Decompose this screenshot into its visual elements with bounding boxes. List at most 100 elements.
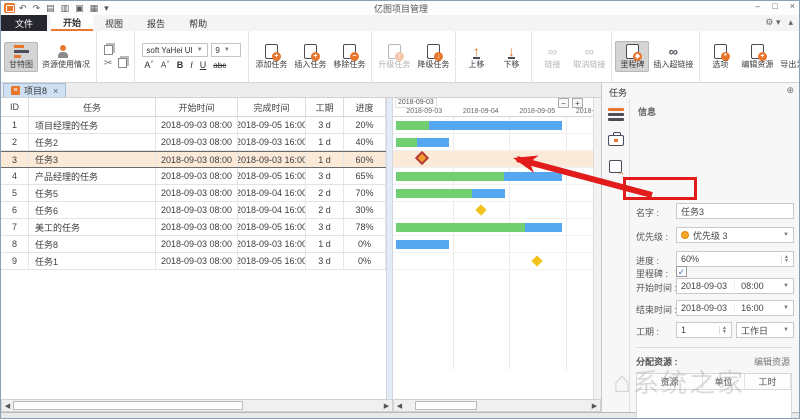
ribbon-button-添加任务[interactable]: + 添加任务 (252, 42, 290, 71)
milestone-icon[interactable] (531, 255, 543, 267)
spinner-icons[interactable]: ▲ ▼ (781, 255, 789, 264)
table-row[interactable]: 3 任务3 2018-09-03 08:00 2018-09-03 16:00 1 d6… (1, 151, 386, 168)
cut-icon[interactable]: ✂ (104, 58, 112, 69)
end-time-picker[interactable]: 2018-09-03 16:00 ▼ (676, 300, 794, 316)
font-name-select[interactable]: soft YaHei UI ▼ (142, 43, 209, 57)
collapse-ribbon-icon[interactable]: ▴ (788, 17, 793, 28)
duration-label: 工期 : (636, 327, 660, 337)
copy-icon[interactable] (104, 44, 113, 55)
format-underline-icon[interactable]: U (200, 60, 207, 70)
ribbon: 甘特图 资源使用情况 ✂ soft YaHei UI ▼ 9 ▼ A˄ A˅ B… (1, 31, 799, 83)
ribbon-button-插入超链接[interactable]: ∞ 插入超链接 (650, 42, 696, 71)
milestone-icon[interactable] (475, 204, 487, 216)
button-label: 资源使用情况 (42, 59, 90, 69)
ribbon-button-编辑资源[interactable]: + 编辑资源 (738, 42, 776, 71)
tab-close-icon[interactable]: × (53, 86, 58, 96)
table-row[interactable]: 8 任务8 2018-09-03 08:00 2018-09-03 16:00 1 d0… (1, 236, 386, 253)
cell: 2018-09-03 16:00 (238, 134, 306, 150)
ribbon-button-下移[interactable]: ↓ 下移 (494, 42, 528, 71)
start-time-picker[interactable]: 2018-09-03 08:00 ▼ (676, 278, 794, 294)
table-row[interactable]: 9 任务1 2018-09-03 08:00 2018-09-05 16:00 3 d0… (1, 253, 386, 270)
minimize-button[interactable]: – (755, 1, 760, 11)
watermark: ⌂系统之家 (613, 366, 746, 399)
ribbon-button-导出为PDF格式[interactable]: P导出为PDF格式 (777, 42, 799, 71)
scroll-left-icon[interactable]: ◀ (2, 402, 13, 410)
format-grow-font-icon[interactable]: A˄ (144, 60, 154, 70)
ribbon-button-上移[interactable]: ↑ 上移 (459, 42, 493, 71)
spinner-icons[interactable]: ▲ ▼ (719, 326, 727, 335)
zoom-out-button[interactable]: − (558, 98, 569, 108)
format-strikethrough-icon[interactable]: abc (213, 61, 226, 70)
gantt-bar[interactable] (396, 172, 562, 181)
format-italic-icon[interactable]: I (190, 60, 193, 70)
save-icon[interactable]: ▣ (75, 3, 84, 14)
links-tab-icon[interactable] (606, 157, 626, 177)
ribbon-button-资源使用情况[interactable]: 资源使用情况 (39, 43, 93, 71)
cell: 20% (344, 117, 386, 133)
qat-more-icon[interactable]: ▾ (104, 3, 109, 14)
new-icon[interactable]: ▤ (46, 3, 55, 14)
maximize-button[interactable]: □ (772, 1, 777, 11)
ribbon-button-降级任务[interactable]: ↓ 降级任务 (414, 42, 452, 71)
milestone-icon[interactable] (414, 150, 430, 166)
gantt-bar[interactable] (396, 121, 562, 130)
settings-gear-icon[interactable]: ⚙ ▾ (765, 17, 780, 28)
table-row[interactable]: 4 产品经理的任务 2018-09-03 08:00 2018-09-05 16:00… (1, 168, 386, 185)
gantt-bar[interactable] (396, 189, 505, 198)
table-row[interactable]: 7 美工的任务 2018-09-03 08:00 2018-09-05 16:00 3 … (1, 219, 386, 236)
table-horizontal-scrollbar[interactable]: ◀ ▶ (1, 399, 393, 412)
gantt-bar[interactable] (396, 223, 562, 232)
ribbon-button-链接[interactable]: ∞ 链接 (535, 42, 569, 71)
close-button[interactable]: × (790, 1, 795, 11)
ribbon-button-移除任务[interactable]: − 移除任务 (330, 42, 368, 71)
pin-icon[interactable]: ⊕ (786, 85, 794, 96)
scroll-right-icon[interactable]: ▶ (589, 402, 600, 410)
button-label: 升级任务 (378, 60, 411, 69)
ribbon-button-升级任务[interactable]: ↑ 升级任务 (375, 42, 413, 71)
ribbon-button-选项[interactable]: * 选项 (703, 42, 737, 71)
gantt-vertical-scrollbar[interactable] (593, 98, 601, 399)
cell: 0% (344, 236, 386, 252)
menu-tab-帮助[interactable]: 帮助 (177, 15, 219, 31)
open-icon[interactable]: ▥ (61, 3, 70, 14)
duration-unit-select[interactable]: 工作日 ▼ (736, 322, 794, 338)
gantt-bar[interactable] (396, 138, 449, 147)
edit-resources-link[interactable]: 编辑资源 (754, 355, 790, 368)
print-icon[interactable]: ▦ (90, 3, 99, 14)
resources-tab-icon[interactable] (606, 131, 626, 149)
redo-icon[interactable]: ↷ (33, 3, 41, 14)
ribbon-button-甘特图[interactable]: 甘特图 (4, 41, 38, 72)
scroll-thumb[interactable] (415, 401, 477, 410)
undo-icon[interactable]: ↶ (19, 3, 27, 14)
scroll-thumb[interactable] (13, 401, 243, 410)
cell: 2018-09-03 08:00 (156, 236, 238, 252)
name-input[interactable]: 任务3 (676, 203, 794, 219)
table-row[interactable]: 1 项目经理的任务 2018-09-03 08:00 2018-09-05 16:00… (1, 117, 386, 134)
format-shrink-font-icon[interactable]: A˅ (161, 60, 170, 70)
ribbon-button-里程碑[interactable]: ◆ 里程碑 (615, 41, 650, 72)
panel-splitter[interactable] (386, 98, 393, 399)
priority-select[interactable]: 优先级 3 ▼ (676, 227, 794, 243)
paste-icon[interactable] (118, 57, 128, 68)
scroll-right-icon[interactable]: ▶ (381, 402, 392, 410)
document-tab[interactable]: ≡ 项目8 × (3, 83, 67, 97)
menu-tab-文件[interactable]: 文件 (1, 15, 48, 31)
zoom-in-button[interactable]: + (572, 98, 583, 108)
gantt-horizontal-scrollbar[interactable]: ◀ ▶ (393, 399, 601, 412)
menu-tab-开始[interactable]: 开始 (51, 15, 94, 31)
table-row[interactable]: 5 任务5 2018-09-03 08:00 2018-09-04 16:00 2 d7… (1, 185, 386, 202)
ribbon-button-取消链接[interactable]: ∞ 取消链接 (570, 42, 608, 71)
duration-stepper[interactable]: 1 ▲ ▼ (676, 322, 732, 338)
table-row[interactable]: 2 任务2 2018-09-03 08:00 2018-09-03 16:00 1 d4… (1, 134, 386, 151)
gantt-bar[interactable] (396, 240, 449, 249)
font-size-select[interactable]: 9 ▼ (211, 43, 242, 57)
milestone-checkbox[interactable]: ✓ (676, 266, 687, 277)
info-tab-icon[interactable] (606, 105, 626, 123)
ribbon-button-插入任务[interactable]: + 插入任务 (291, 42, 329, 71)
table-row[interactable]: 6 任务6 2018-09-03 08:00 2018-09-04 16:00 2 d3… (1, 202, 386, 219)
gantt-day-labels: 2018-09-03 2018-09-04 2018-09-05 2018-09-06 (393, 108, 593, 117)
menu-tab-视图[interactable]: 视图 (93, 15, 135, 31)
format-bold-icon[interactable]: B (177, 60, 184, 70)
scroll-left-icon[interactable]: ◀ (394, 402, 405, 410)
menu-tab-报告[interactable]: 报告 (135, 15, 177, 31)
